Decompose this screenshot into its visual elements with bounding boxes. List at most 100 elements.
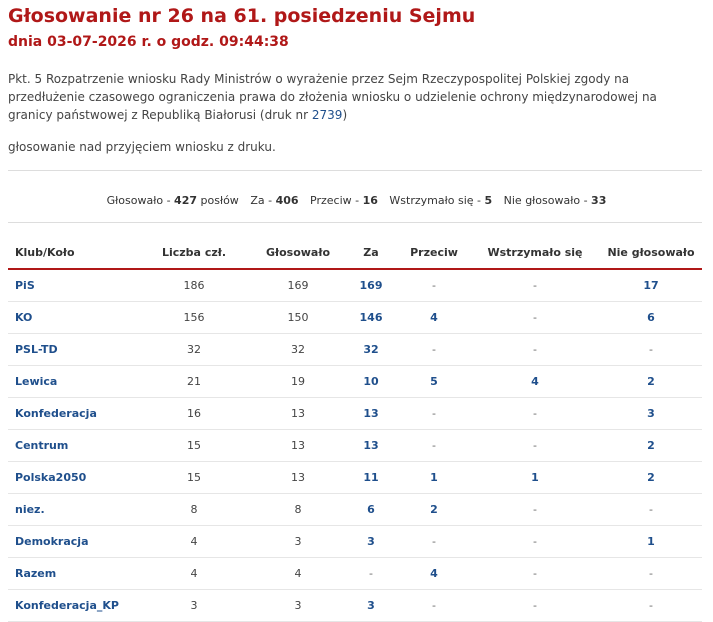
table-cell: 1 (398, 461, 470, 494)
table-cell: 6 (344, 493, 398, 526)
table-cell: 4 (136, 557, 252, 590)
club-link[interactable]: Centrum (8, 429, 136, 462)
wstrzymalo-value: 5 (484, 194, 493, 207)
table-cell: - (398, 589, 470, 622)
table-cell: 8 (136, 493, 252, 526)
table-row: Konfederacja 16 13 13- -3 (8, 397, 702, 430)
column-header-voted: Głosowało (252, 236, 344, 270)
table-cell: 21 (136, 365, 252, 398)
table-cell: - (600, 557, 702, 590)
vote-summary: Głosowało - 427 posłów Za - 406 Przeciw … (0, 194, 713, 207)
table-cell: - (470, 589, 600, 622)
table-cell: - (470, 557, 600, 590)
table-cell: 2 (600, 429, 702, 462)
club-link[interactable]: Demokracja (8, 525, 136, 558)
table-cell: 10 (344, 365, 398, 398)
club-link[interactable]: Lewica (8, 365, 136, 398)
table-cell: 32 (136, 333, 252, 366)
column-header-nie-glosowalo: Nie głosowało (600, 236, 702, 270)
table-row: PiS 186 169 169- -17 (8, 269, 702, 302)
table-cell: 150 (252, 301, 344, 334)
table-cell: - (600, 333, 702, 366)
table-cell: 2 (398, 493, 470, 526)
za-label: Za - (250, 194, 276, 207)
page-title: Głosowanie nr 26 na 61. posiedzeniu Sejm… (8, 5, 476, 27)
column-header-wstrzymalo: Wstrzymało się (470, 236, 600, 270)
table-row: Polska2050 15 13 11 1 1 2 (8, 461, 702, 494)
table-cell: - (470, 333, 600, 366)
voted-suffix: posłów (197, 194, 239, 207)
table-cell: 16 (136, 397, 252, 430)
table-cell: - (470, 493, 600, 526)
nie-glosowalo-label: Nie głosowało - (503, 194, 592, 207)
table-cell: - (398, 429, 470, 462)
table-cell: 3 (252, 589, 344, 622)
table-cell: - (398, 333, 470, 366)
table-cell: 15 (136, 429, 252, 462)
table-row: niez. 8 8 6 2- - (8, 493, 702, 526)
table-row: Lewica 21 19 10 5 4 2 (8, 365, 702, 398)
table-cell: - (398, 397, 470, 430)
przeciw-label: Przeciw - (310, 194, 363, 207)
table-cell: 4 (252, 557, 344, 590)
voted-value: 427 (174, 194, 198, 207)
table-cell: 156 (136, 301, 252, 334)
club-link[interactable]: niez. (8, 493, 136, 526)
table-row: KO 156 150 146 4-6 (8, 301, 702, 334)
table-cell: 4 (136, 525, 252, 558)
table-cell: - (600, 589, 702, 622)
table-cell: 11 (344, 461, 398, 494)
club-link[interactable]: PiS (8, 269, 136, 302)
column-header-za: Za (344, 236, 398, 270)
table-cell: 19 (252, 365, 344, 398)
table-cell: 4 (470, 365, 600, 398)
divider (8, 170, 702, 171)
club-link[interactable]: Polska2050 (8, 461, 136, 494)
table-cell: 15 (136, 461, 252, 494)
table-cell: - (470, 525, 600, 558)
table-cell: 3 (344, 589, 398, 622)
table-cell: 3 (600, 397, 702, 430)
divider (8, 222, 702, 223)
table-cell: 1 (470, 461, 600, 494)
club-link[interactable]: KO (8, 301, 136, 334)
table-cell: - (398, 269, 470, 302)
table-cell: 5 (398, 365, 470, 398)
club-link[interactable]: Konfederacja_KP (8, 589, 136, 622)
club-link[interactable]: Konfederacja (8, 397, 136, 430)
table-row: PSL-TD 32 32 32- - - (8, 333, 702, 366)
table-cell: 13 (252, 461, 344, 494)
column-header-members: Liczba czł. (136, 236, 252, 270)
table-cell: 4 (398, 301, 470, 334)
table-cell: - (470, 397, 600, 430)
table-cell: 2 (600, 461, 702, 494)
wstrzymalo-label: Wstrzymało się - (389, 194, 485, 207)
table-cell: 13 (252, 397, 344, 430)
table-cell: 6 (600, 301, 702, 334)
print-number-link[interactable]: 2739 (312, 108, 343, 122)
table-cell: 169 (252, 269, 344, 302)
table-cell: - (470, 269, 600, 302)
agenda-item-description: Pkt. 5 Rozpatrzenie wniosku Rady Ministr… (8, 70, 698, 124)
table-cell: 146 (344, 301, 398, 334)
table-cell: 32 (252, 333, 344, 366)
table-row: Konfederacja_KP 3 3 3- - - (8, 589, 702, 622)
table-cell: - (344, 557, 398, 590)
table-cell: 2 (600, 365, 702, 398)
table-cell: 13 (344, 429, 398, 462)
table-cell: 13 (344, 397, 398, 430)
nie-glosowalo-value: 33 (591, 194, 607, 207)
table-cell: 4 (398, 557, 470, 590)
vote-mode: głosowanie nad przyjęciem wniosku z druk… (8, 140, 276, 154)
table-cell: 13 (252, 429, 344, 462)
table-cell: 3 (344, 525, 398, 558)
club-link[interactable]: Razem (8, 557, 136, 590)
table-header-row: Klub/Koło Liczba czł. Głosowało Za Przec… (8, 236, 702, 270)
table-cell: 17 (600, 269, 702, 302)
club-link[interactable]: PSL-TD (8, 333, 136, 366)
za-value: 406 (275, 194, 299, 207)
table-cell: - (600, 493, 702, 526)
table-row: Demokracja 4 3 3- -1 (8, 525, 702, 558)
table-cell: - (470, 429, 600, 462)
description-end: ) (342, 108, 348, 122)
